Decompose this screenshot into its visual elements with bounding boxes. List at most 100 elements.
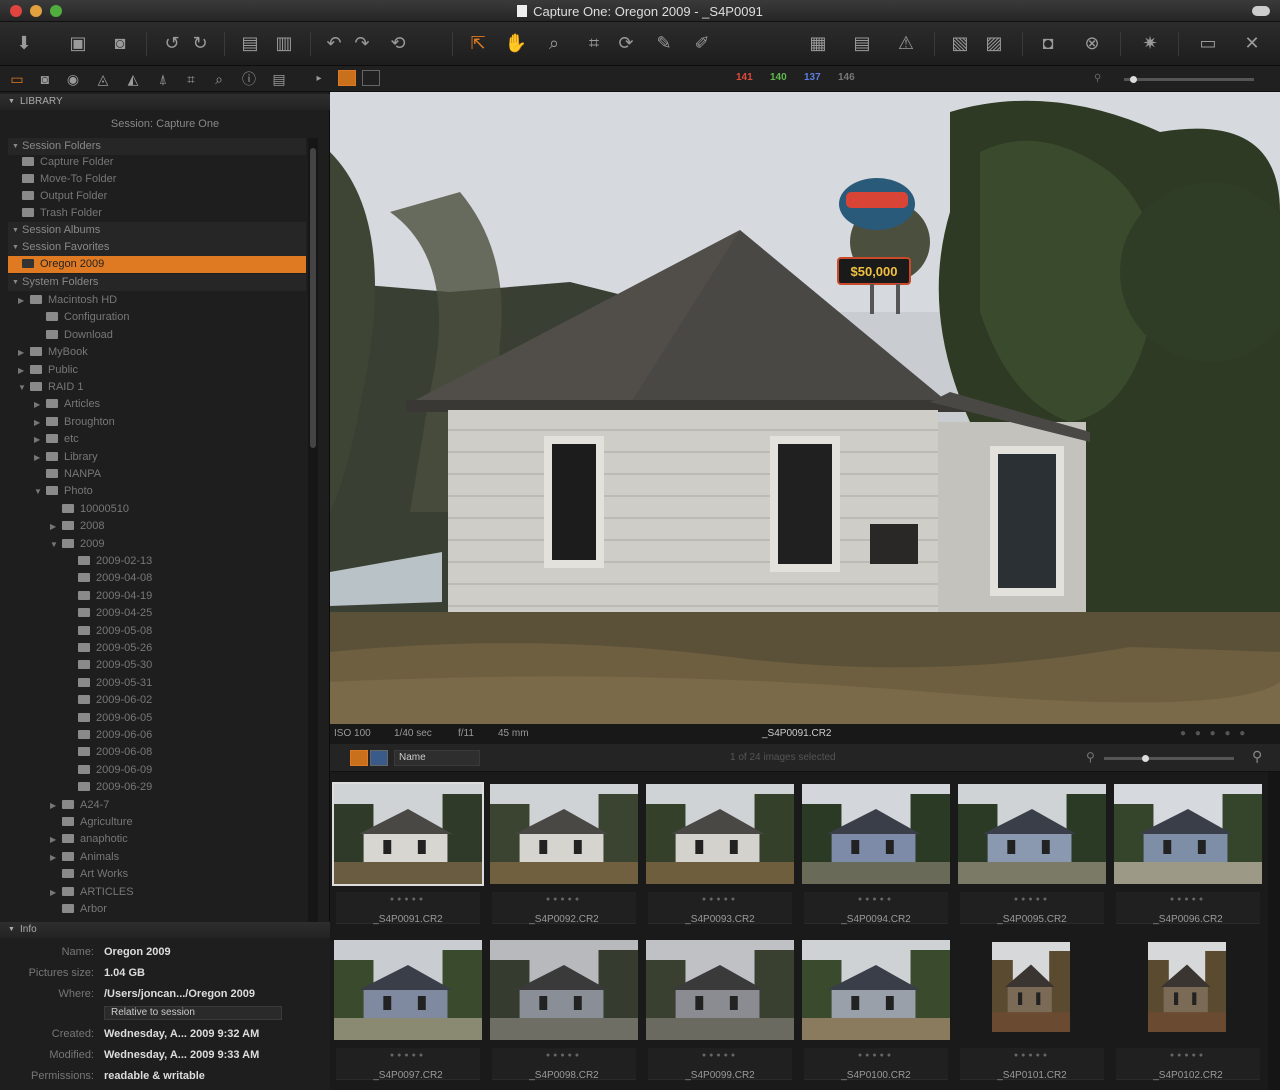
tree-item-system[interactable]: ▶ etc [8,431,306,448]
thumbnail[interactable]: ●●●●● _S4P0095.CR2 [956,778,1108,925]
tree-item-system[interactable]: ▶ anaphotic [8,831,306,848]
tree-item-system[interactable]: ▶ Articles [8,396,306,413]
tree-item-system[interactable]: Agriculture [8,814,306,831]
image-viewer[interactable]: $50,000 [330,92,1280,724]
thumbnail[interactable]: ●●●●● _S4P0094.CR2 [800,778,952,925]
tree-item-system[interactable]: ▼ 2009 [8,536,306,553]
undo-icon[interactable]: ↶ [322,31,346,55]
group-session-folders[interactable]: Session Folders [8,138,306,155]
tree-item-system[interactable]: 2009-06-09 [8,762,306,779]
tree-item-system[interactable]: ▶ Animals [8,849,306,866]
capture-icon[interactable]: ◙ [108,31,132,55]
tree-item-system[interactable]: 2009-06-02 [8,692,306,709]
tree-item-system[interactable]: NANPA [8,466,306,483]
thumbnail[interactable]: ●●●●● _S4P0091.CR2 [332,778,484,925]
rating-dots[interactable]: ●●●●● [332,1052,484,1059]
rating-dots[interactable]: ●●●●● [1112,1052,1264,1059]
reset-icon[interactable]: ⟲ [386,31,410,55]
export-icon[interactable]: ▧ [948,31,972,55]
warning-icon[interactable]: ⚠ [894,31,918,55]
capture-tab-icon[interactable]: ◙ [36,70,54,88]
color-tab-icon[interactable]: ◉ [64,70,82,88]
multi-view-button[interactable] [338,70,356,86]
rating-dots[interactable]: ●●●●● [644,896,796,903]
thumbnail[interactable]: ●●●●● _S4P0097.CR2 [332,934,484,1081]
group-session-favorites[interactable]: Session Favorites [8,239,306,256]
grid-view-button[interactable] [350,750,368,766]
library-tab-icon[interactable]: ▭ [8,70,26,88]
rating-dots[interactable]: ●●●●● [488,896,640,903]
group-system-folders[interactable]: System Folders [8,274,306,291]
viewer-zoom-knob[interactable] [1130,76,1137,83]
info-header[interactable]: Info [0,922,330,938]
rating-dots[interactable]: ●●●●● [800,896,952,903]
thumbnail[interactable]: ●●●●● _S4P0092.CR2 [488,778,640,925]
tree-item-system[interactable]: ▶ MyBook [8,344,306,361]
toolbar-toggle-button[interactable] [1252,6,1270,16]
crop-tab-icon[interactable]: ⌗ [182,70,200,88]
tree-item-system[interactable]: 2009-06-08 [8,744,306,761]
pan-icon[interactable]: ✋ [504,31,528,55]
tree-item-system[interactable]: ▶ Public [8,362,306,379]
tree-item-system[interactable]: 2009-05-30 [8,657,306,674]
tree-item-system[interactable]: 2009-02-13 [8,553,306,570]
rotate-right-icon[interactable]: ↻ [188,31,212,55]
keystone-icon[interactable]: ✐ [690,31,714,55]
spot-icon[interactable]: ✎ [652,31,676,55]
library-header[interactable]: LIBRARY [0,94,330,110]
tree-item-system[interactable]: 2009-06-06 [8,727,306,744]
move-icon[interactable]: ▤ [238,31,262,55]
thumbnail[interactable]: ●●●●● _S4P0093.CR2 [644,778,796,925]
browser-scrollbar[interactable] [1268,772,1280,1090]
camera-icon[interactable]: ▣ [66,31,90,55]
tree-item-system[interactable]: ▶ A24-7 [8,797,306,814]
tree-item-system[interactable]: 2009-06-05 [8,710,306,727]
fullscreen-icon[interactable]: ▭ [1196,31,1220,55]
tools-icon[interactable]: ✕ [1240,31,1264,55]
tree-item-move-to-folder[interactable]: Move-To Folder [8,171,306,188]
tree-item-system[interactable]: 2009-04-19 [8,588,306,605]
thumbnail[interactable]: ●●●●● _S4P0100.CR2 [800,934,952,1081]
viewer-rating-dots[interactable]: ● ● ● ● ● [1180,728,1248,739]
tree-item-system[interactable]: ▶ Macintosh HD [8,292,306,309]
tree-item-system[interactable]: 2009-05-26 [8,640,306,657]
trash-icon[interactable]: ▥ [272,31,296,55]
tree-item-system[interactable]: Configuration [8,309,306,326]
tree-item-system[interactable]: 2009-04-25 [8,605,306,622]
tree-item-system[interactable]: ▶ Library [8,449,306,466]
list-view-button[interactable] [370,750,388,766]
gear-icon[interactable]: ✷ [1138,31,1162,55]
thumbnail[interactable]: ●●●●● _S4P0098.CR2 [488,934,640,1081]
search-tab-icon[interactable]: ⌕ [210,70,228,88]
settings-icon[interactable]: ⊗ [1080,31,1104,55]
tree-item-system[interactable]: 2009-05-08 [8,623,306,640]
proof-icon[interactable]: ▤ [850,31,874,55]
redo-icon[interactable]: ↷ [350,31,374,55]
viewer-zoom-slider[interactable] [1124,78,1254,81]
rotate-left-icon[interactable]: ↺ [160,31,184,55]
rating-dots[interactable]: ●●●●● [332,896,484,903]
camera-body-icon[interactable]: ◘ [1036,31,1060,55]
tree-item-system[interactable]: ▼ Photo [8,483,306,500]
exposure-tab-icon[interactable]: ◬ [94,70,112,88]
tree-item-system[interactable]: ▶ ARTICLES [8,884,306,901]
focus-tab-icon[interactable]: ⍋ [154,70,172,88]
tabs-menu-icon[interactable]: ▸ [310,70,328,88]
tree-item-trash-folder[interactable]: Trash Folder [8,205,306,222]
rating-dots[interactable]: ●●●●● [644,1052,796,1059]
tree-item-system[interactable]: 2009-05-31 [8,675,306,692]
thumbnail-size-slider[interactable] [1104,757,1234,760]
tree-item-system[interactable]: 10000510 [8,501,306,518]
tree-item-system[interactable]: ▶ 2008 [8,518,306,535]
thumbnail[interactable]: ●●●●● _S4P0101.CR2 [956,934,1108,1081]
output-icon[interactable]: ▨ [982,31,1006,55]
rating-dots[interactable]: ●●●●● [800,1052,952,1059]
tree-item-system[interactable]: Arbor [8,901,306,918]
lens-tab-icon[interactable]: ◭ [124,70,142,88]
pick-tool-icon[interactable]: ⇱ [466,31,490,55]
output-tab-icon[interactable]: ▤ [270,70,288,88]
tree-item-system[interactable]: 2009-04-08 [8,570,306,587]
thumbnail[interactable]: ●●●●● _S4P0102.CR2 [1112,934,1264,1081]
grid-icon[interactable]: ▦ [806,31,830,55]
rotate-icon[interactable]: ⟳ [614,31,638,55]
